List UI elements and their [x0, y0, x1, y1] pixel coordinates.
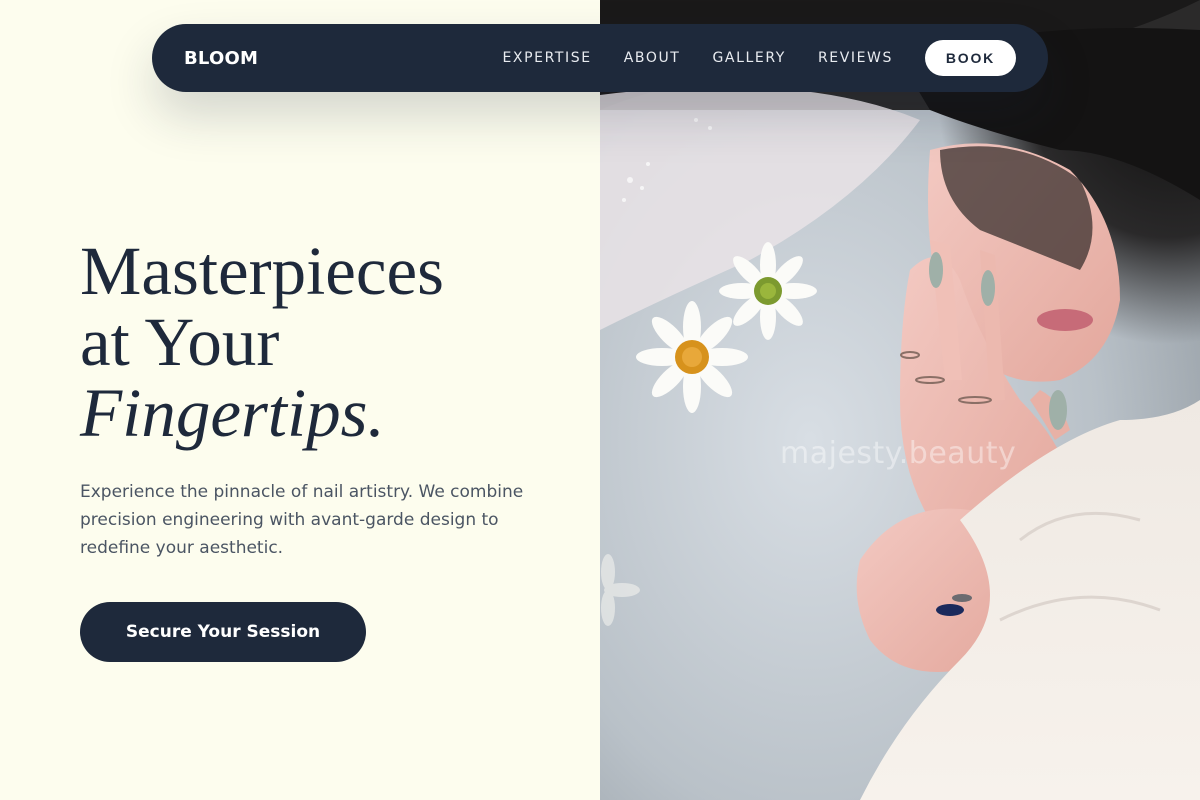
hero-photo-illustration: [600, 0, 1200, 800]
hero-photo: majesty.beauty: [600, 0, 1200, 800]
hero-title-line-2: at Your: [80, 304, 280, 380]
brand-logo[interactable]: BLOOM: [184, 48, 258, 69]
top-navigation-bar: BLOOM EXPERTISE ABOUT GALLERY REVIEWS BO…: [152, 24, 1048, 92]
book-button[interactable]: BOOK: [925, 40, 1016, 76]
nav-link-reviews[interactable]: REVIEWS: [818, 50, 893, 66]
nav-link-about[interactable]: ABOUT: [624, 50, 681, 66]
nav-link-gallery[interactable]: GALLERY: [712, 50, 785, 66]
secure-session-button[interactable]: Secure Your Session: [80, 602, 366, 662]
nav-links: EXPERTISE ABOUT GALLERY REVIEWS: [502, 50, 893, 66]
nav-link-expertise[interactable]: EXPERTISE: [502, 50, 591, 66]
hero-title: Masterpieces at Your Fingertips.: [80, 236, 444, 449]
hero-title-line-1: Masterpieces: [80, 233, 445, 309]
hero-description: Experience the pinnacle of nail artistry…: [80, 482, 524, 558]
hero-title-line-3: Fingertips.: [80, 375, 385, 451]
photo-watermark: majesty.beauty: [780, 436, 1017, 471]
